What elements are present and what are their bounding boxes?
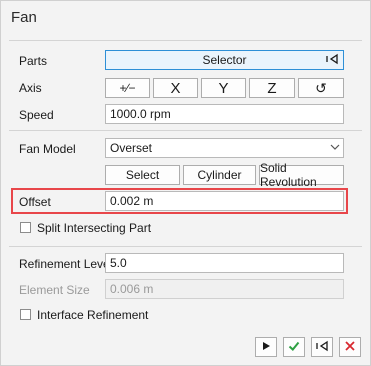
select-from-view-icon: [316, 340, 328, 355]
checkmark-icon: [288, 340, 300, 355]
select-button[interactable]: Select: [105, 165, 180, 185]
axis-x-label: X: [170, 79, 181, 97]
split-intersecting-checkbox[interactable]: [20, 222, 31, 233]
speed-label: Speed: [19, 108, 54, 122]
element-size-input: 0.006 m: [105, 279, 344, 299]
parts-selector-label: Selector: [202, 53, 247, 67]
fan-model-value: Overset: [110, 141, 153, 155]
axis-z-button[interactable]: Z: [249, 78, 295, 98]
section-divider-2: [9, 246, 362, 247]
offset-label: Offset: [19, 195, 51, 209]
axis-x-button[interactable]: X: [153, 78, 198, 98]
solid-revolution-button[interactable]: Solid Revolution: [259, 161, 344, 189]
solid-revolution-button-label: Solid Revolution: [260, 161, 317, 189]
close-icon: [345, 340, 355, 354]
axis-rotate-button[interactable]: ↺: [298, 78, 344, 98]
apply-button[interactable]: [283, 337, 305, 357]
interface-refinement-checkbox[interactable]: [20, 309, 31, 320]
axis-z-label: Z: [267, 79, 277, 97]
fan-model-label: Fan Model: [19, 142, 76, 156]
select-from-view-icon[interactable]: [326, 53, 338, 68]
select-button-label: Select: [125, 168, 160, 182]
refinement-level-label: Refinement Level: [19, 257, 113, 271]
fan-panel: Fan Parts Selector Axis +∕− X Y Z ↺ Spee…: [0, 0, 371, 366]
axis-reverse-button[interactable]: +∕−: [105, 78, 150, 98]
preview-button[interactable]: [255, 337, 277, 357]
refinement-level-input[interactable]: 5.0: [105, 253, 344, 273]
section-divider-1: [9, 130, 362, 131]
title-divider: [9, 40, 362, 41]
axis-y-label: Y: [218, 79, 229, 97]
panel-title: Fan: [11, 9, 37, 26]
speed-input[interactable]: 1000.0 rpm: [105, 104, 344, 124]
offset-input[interactable]: 0.002 m: [105, 191, 344, 211]
split-intersecting-label: Split Intersecting Part: [37, 221, 152, 235]
element-size-label: Element Size: [19, 283, 90, 297]
parts-label: Parts: [19, 54, 48, 68]
cylinder-button[interactable]: Cylinder: [183, 165, 256, 185]
select-target-button[interactable]: [311, 337, 333, 357]
rotate-icon: ↺: [315, 79, 327, 96]
axis-y-button[interactable]: Y: [201, 78, 246, 98]
axis-label: Axis: [19, 81, 42, 95]
play-icon: [261, 340, 271, 354]
cancel-button[interactable]: [339, 337, 361, 357]
chevron-down-icon[interactable]: [330, 141, 340, 156]
axis-reverse-label: +∕−: [119, 81, 136, 95]
fan-model-dropdown[interactable]: Overset: [105, 138, 344, 158]
interface-refinement-label: Interface Refinement: [37, 308, 149, 322]
parts-selector-button[interactable]: Selector: [105, 50, 344, 70]
cylinder-button-label: Cylinder: [197, 168, 242, 182]
